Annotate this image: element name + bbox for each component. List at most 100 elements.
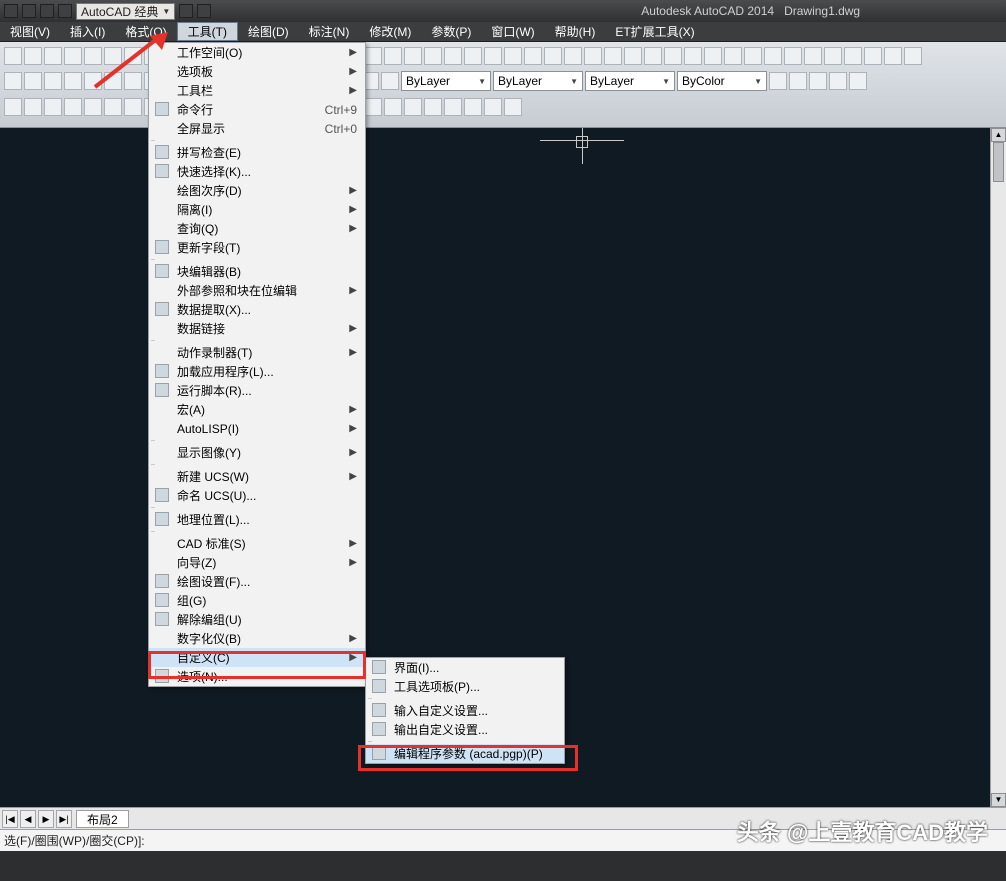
menu-item[interactable]: 数字化仪(B)▶ (149, 629, 365, 648)
menu-item[interactable]: 全屏显示Ctrl+0 (149, 119, 365, 138)
toolbar-button[interactable] (544, 47, 562, 65)
toolbar-button[interactable] (124, 72, 142, 90)
toolbar-button[interactable] (44, 47, 62, 65)
bylayer-combo[interactable]: ByLayer▼ (585, 71, 675, 91)
toolbar-button[interactable] (24, 98, 42, 116)
menu-item[interactable]: 输出自定义设置... (366, 720, 564, 739)
toolbar-button[interactable] (804, 47, 822, 65)
scroll-down-icon[interactable]: ▼ (991, 793, 1006, 807)
menu-item[interactable]: 隔离(I)▶ (149, 200, 365, 219)
toolbar-button[interactable] (444, 47, 462, 65)
toolbar-button[interactable] (4, 47, 22, 65)
menu-item[interactable]: 选项(N)... (149, 667, 365, 686)
bylayer-combo[interactable]: ByLayer▼ (401, 71, 491, 91)
menu-item[interactable]: 加载应用程序(L)... (149, 362, 365, 381)
menu-item[interactable]: 命名 UCS(U)... (149, 486, 365, 505)
toolbar-button[interactable] (384, 47, 402, 65)
toolbar-button[interactable] (4, 98, 22, 116)
menu-item[interactable]: 输入自定义设置... (366, 701, 564, 720)
menu-item[interactable]: 宏(A)▶ (149, 400, 365, 419)
menu-item[interactable]: 自定义(C)▶ (149, 648, 365, 667)
menu-item[interactable]: 工具栏▶ (149, 81, 365, 100)
toolbar-button[interactable] (24, 72, 42, 90)
toolbar-button[interactable] (384, 98, 402, 116)
toolbar-button[interactable] (769, 72, 787, 90)
tab-nav-button[interactable]: ▶| (56, 810, 72, 828)
qat-btn[interactable] (179, 4, 193, 18)
toolbar-button[interactable] (829, 72, 847, 90)
toolbar-button[interactable] (584, 47, 602, 65)
menu-item[interactable]: 快速选择(K)... (149, 162, 365, 181)
qat-btn[interactable] (197, 4, 211, 18)
menu-item[interactable]: 窗口(W) (481, 22, 544, 41)
bylayer-combo[interactable]: ByLayer▼ (493, 71, 583, 91)
toolbar-button[interactable] (484, 98, 502, 116)
bycolor-combo[interactable]: ByColor▼ (677, 71, 767, 91)
menu-item[interactable]: ET扩展工具(X) (605, 22, 704, 41)
menu-item[interactable]: 工具选项板(P)... (366, 677, 564, 696)
toolbar-button[interactable] (724, 47, 742, 65)
menu-item[interactable]: 工作空间(O)▶ (149, 43, 365, 62)
toolbar-button[interactable] (64, 72, 82, 90)
toolbar-button[interactable] (464, 47, 482, 65)
toolbar-button[interactable] (404, 47, 422, 65)
menu-item[interactable]: 命令行Ctrl+9 (149, 100, 365, 119)
menu-item[interactable]: 标注(N) (299, 22, 360, 41)
menu-item[interactable]: 视图(V) (0, 22, 60, 41)
menu-item[interactable]: 拼写检查(E) (149, 143, 365, 162)
toolbar-button[interactable] (504, 98, 522, 116)
menu-item[interactable]: 绘图次序(D)▶ (149, 181, 365, 200)
menu-item[interactable]: CAD 标准(S)▶ (149, 534, 365, 553)
menu-item[interactable]: 块编辑器(B) (149, 262, 365, 281)
menu-item[interactable]: 格式(O) (115, 22, 176, 41)
toolbar-button[interactable] (844, 47, 862, 65)
menu-item[interactable]: 修改(M) (359, 22, 421, 41)
toolbar-button[interactable] (464, 98, 482, 116)
toolbar-button[interactable] (564, 47, 582, 65)
toolbar-button[interactable] (424, 47, 442, 65)
tab-nav-button[interactable]: |◀ (2, 810, 18, 828)
qat-btn[interactable] (22, 4, 36, 18)
menu-item[interactable]: 帮助(H) (545, 22, 606, 41)
toolbar-button[interactable] (644, 47, 662, 65)
toolbar-button[interactable] (604, 47, 622, 65)
toolbar-button[interactable] (484, 47, 502, 65)
qat-btn[interactable] (4, 4, 18, 18)
toolbar-button[interactable] (784, 47, 802, 65)
menu-item[interactable]: 显示图像(Y)▶ (149, 443, 365, 462)
toolbar-button[interactable] (364, 47, 382, 65)
toolbar-button[interactable] (64, 47, 82, 65)
toolbar-button[interactable] (44, 72, 62, 90)
menu-item[interactable]: 绘图设置(F)... (149, 572, 365, 591)
scrollbar-vertical[interactable]: ▲ ▼ (990, 128, 1006, 807)
menu-item[interactable]: 更新字段(T) (149, 238, 365, 257)
toolbar-button[interactable] (44, 98, 62, 116)
menu-item[interactable]: 参数(P) (421, 22, 481, 41)
menu-item[interactable]: 外部参照和块在位编辑▶ (149, 281, 365, 300)
toolbar-button[interactable] (64, 98, 82, 116)
toolbar-button[interactable] (504, 47, 522, 65)
menu-item[interactable]: 向导(Z)▶ (149, 553, 365, 572)
toolbar-button[interactable] (24, 47, 42, 65)
toolbar-button[interactable] (864, 47, 882, 65)
menu-item[interactable]: 编辑程序参数 (acad.pgp)(P) (366, 744, 564, 763)
toolbar-button[interactable] (104, 72, 122, 90)
toolbar-button[interactable] (849, 72, 867, 90)
toolbar-button[interactable] (664, 47, 682, 65)
scroll-up-icon[interactable]: ▲ (991, 128, 1006, 142)
menu-item[interactable]: 新建 UCS(W)▶ (149, 467, 365, 486)
menu-item[interactable]: 解除编组(U) (149, 610, 365, 629)
toolbar-button[interactable] (884, 47, 902, 65)
toolbar-button[interactable] (381, 72, 399, 90)
toolbar-button[interactable] (84, 72, 102, 90)
layout-tab[interactable]: 布局2 (76, 810, 129, 828)
workspace-combo[interactable]: AutoCAD 经典 ▼ (76, 3, 175, 20)
toolbar-button[interactable] (824, 47, 842, 65)
scroll-thumb[interactable] (993, 142, 1004, 182)
toolbar-button[interactable] (424, 98, 442, 116)
toolbar-button[interactable] (624, 47, 642, 65)
menu-item[interactable]: 插入(I) (60, 22, 115, 41)
menu-item[interactable]: 选项板▶ (149, 62, 365, 81)
toolbar-button[interactable] (764, 47, 782, 65)
toolbar-button[interactable] (104, 47, 122, 65)
